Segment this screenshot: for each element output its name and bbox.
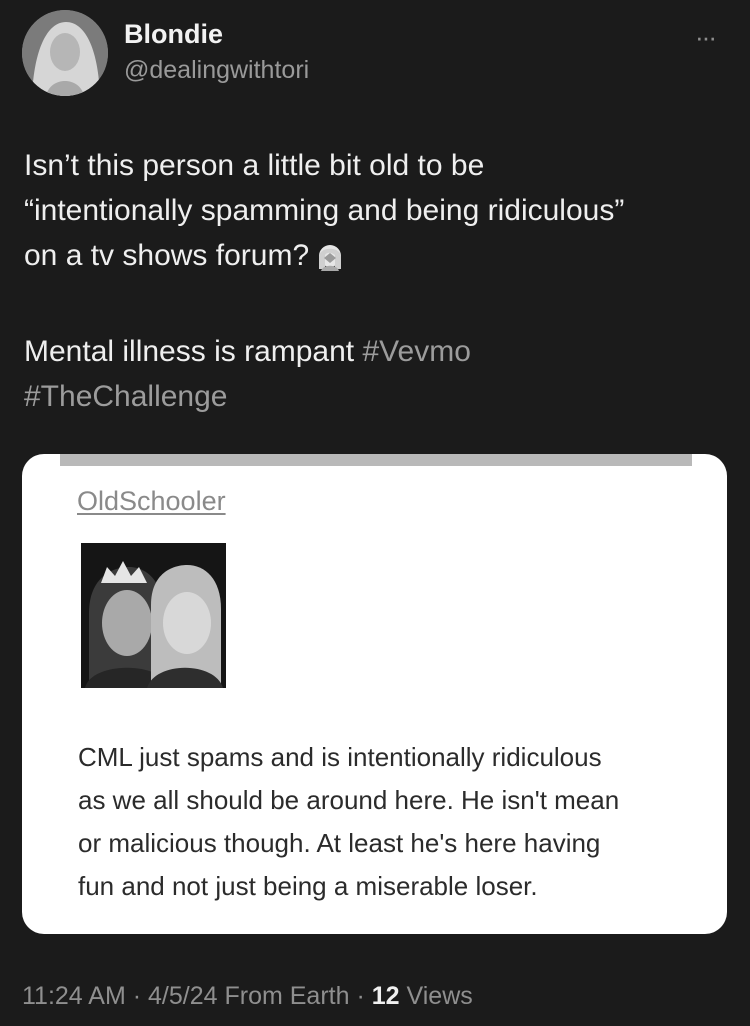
woman-facepalming-emoji-icon bbox=[315, 239, 345, 284]
tweet-meta: 11:24 AM · 4/5/24 From Earth · 12 Views bbox=[22, 982, 473, 1011]
views-label[interactable]: Views bbox=[407, 982, 473, 1010]
post-date[interactable]: 4/5/24 bbox=[148, 982, 218, 1010]
tweet-text-line: Mental illness is rampant #Vevmo bbox=[24, 329, 724, 374]
tweet-text-segment: Mental illness is rampant bbox=[24, 335, 355, 368]
post-line: or malicious though. At least he's here … bbox=[78, 828, 601, 858]
tweet-text-line: Isn’t this person a little bit old to be bbox=[24, 149, 485, 182]
tweet-text-line: “intentionally spamming and being ridicu… bbox=[24, 194, 625, 227]
post-source: From Earth bbox=[224, 982, 350, 1010]
post-line: CML just spams and is intentionally ridi… bbox=[78, 742, 602, 772]
post-time[interactable]: 11:24 AM bbox=[22, 982, 126, 1010]
post-line: fun and not just being a miserable loser… bbox=[78, 871, 538, 901]
two-women-photo-icon bbox=[81, 543, 226, 688]
forum-post-body: CML just spams and is intentionally ridi… bbox=[78, 736, 698, 908]
tweet-text-segment: on a tv shows forum? bbox=[24, 239, 310, 272]
card-divider bbox=[60, 454, 692, 466]
avatar[interactable] bbox=[22, 10, 108, 96]
views-count[interactable]: 12 bbox=[372, 982, 400, 1010]
hashtag-link[interactable]: #Vevmo bbox=[362, 335, 470, 368]
meta-separator: · bbox=[132, 982, 142, 1010]
meta-separator: · bbox=[356, 982, 365, 1010]
tweet-text-line: on a tv shows forum? bbox=[24, 233, 724, 284]
embedded-image-card[interactable]: OldSchooler CML just spams and is intent… bbox=[22, 454, 727, 934]
tweet-text: Isn’t this person a little bit old to be… bbox=[24, 143, 724, 419]
hashtag-link[interactable]: #TheChallenge bbox=[24, 380, 227, 413]
post-line: as we all should be around here. He isn'… bbox=[78, 785, 620, 815]
user-handle[interactable]: @dealingwithtori bbox=[124, 56, 309, 85]
tweet-text-line: #TheChallenge bbox=[24, 374, 724, 419]
forum-username: OldSchooler bbox=[77, 486, 226, 516]
more-options-icon[interactable]: ··· bbox=[695, 22, 717, 53]
display-name[interactable]: Blondie bbox=[124, 19, 223, 50]
profile-photo-icon bbox=[22, 10, 108, 96]
